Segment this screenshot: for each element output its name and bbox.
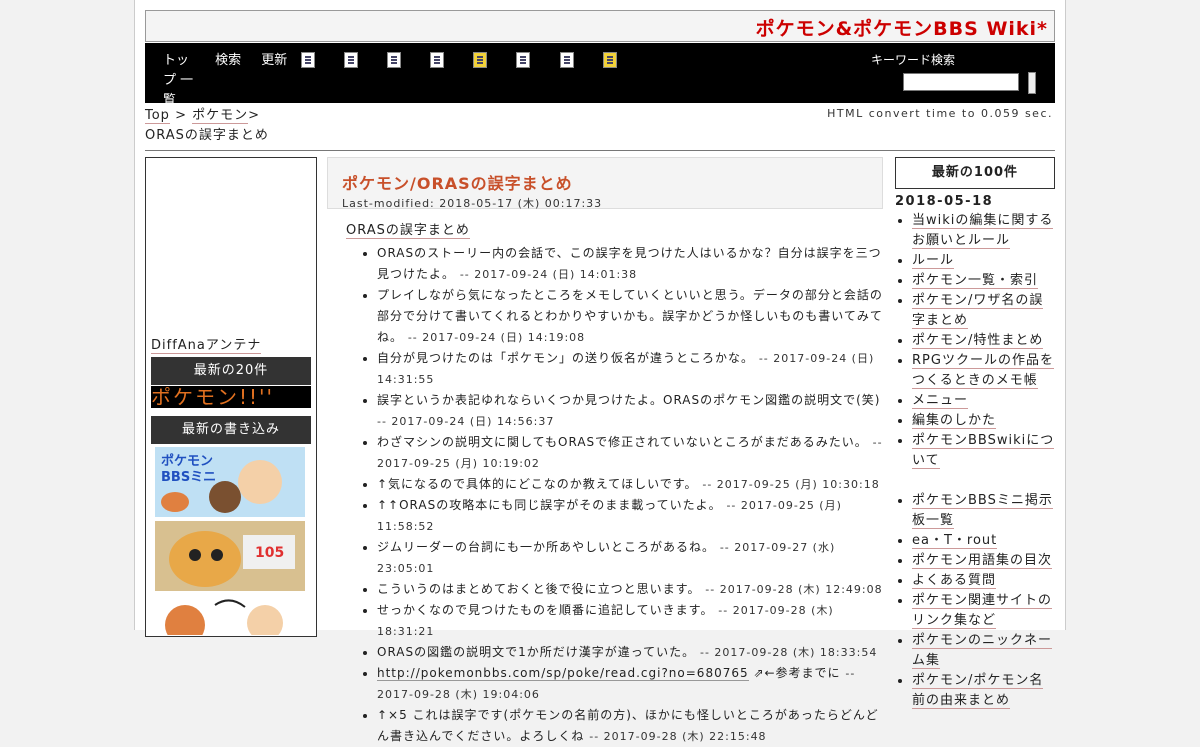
edit-icon[interactable] [301, 52, 315, 68]
section-heading[interactable]: ORASの誤字まとめ [346, 219, 470, 239]
site-title[interactable]: ポケモン&ポケモンBBS Wiki* [756, 14, 1048, 41]
page-container: ポケモン&ポケモンBBS Wiki* トップ 一覧 検索 更新 キーワード検索 … [134, 0, 1066, 743]
banner-image-dedenne[interactable]: 105 [155, 521, 305, 591]
comment-timestamp: -- 2017-09-25 (月) 10:30:18 [702, 478, 880, 491]
comment-item: こういうのはまとめておくと後で役に立つと思います。 -- 2017-09-28 … [377, 579, 883, 600]
comment-timestamp: -- 2017-09-24 (日) 14:56:37 [377, 415, 555, 428]
ticker-banner[interactable]: ポケモン!!'' [151, 386, 311, 408]
breadcrumb-sep-2: > [248, 108, 261, 123]
left-sidebar: DiffAnaアンテナ 最新の20件 ポケモン!!'' 最新の書き込み ポケモン… [145, 157, 317, 645]
recent-page-link[interactable]: ポケモン一覧・索引 [912, 271, 1055, 291]
recent-page-link[interactable]: 編集のしかた [912, 411, 1055, 431]
comment-timestamp: -- 2017-09-28 (木) 22:15:48 [589, 730, 767, 743]
banner-image-cartoon[interactable] [155, 595, 305, 665]
recent-100-header: 最新の100件 [895, 157, 1055, 189]
backup-icon[interactable] [430, 52, 445, 68]
recent-page-link[interactable]: よくある質問 [912, 571, 1055, 591]
breadcrumb-sep: > [175, 108, 187, 123]
external-link-icon: ⇗ [748, 666, 765, 680]
new-icon[interactable] [559, 52, 574, 68]
comment-text: ジムリーダーの台詞にも一か所あやしいところがあるね。 [377, 540, 720, 554]
recent-page-link[interactable]: ポケモン用語集の目次 [912, 551, 1055, 571]
recent-page-link[interactable]: 当wikiの編集に関するお願いとルール [912, 211, 1055, 251]
recent-page-link[interactable]: ea・T・rout [912, 531, 1055, 551]
page-title-box: ポケモン/ORASの誤字まとめ Last-modified: 2018-05-1… [327, 157, 883, 210]
comment-timestamp: -- 2017-09-24 (日) 14:01:38 [459, 268, 638, 281]
help-icon[interactable] [602, 52, 617, 68]
breadcrumb-top[interactable]: Top [145, 108, 170, 124]
comment-item: プレイしながら気になったところをメモしていくといいと思う。データの部分と会話の部… [377, 285, 883, 348]
comment-timestamp: -- 2017-09-28 (木) 12:49:08 [705, 583, 883, 596]
search-button[interactable] [1028, 72, 1036, 94]
search-label: キーワード検索 [870, 53, 955, 67]
comment-item: せっかくなので見つけたものを順番に追記していきます。 -- 2017-09-28… [377, 600, 883, 642]
list-spacer [912, 471, 1055, 491]
recent-page-link[interactable]: ルール [912, 251, 1055, 271]
comment-text: 誤字というか表記ゆれならいくつか見つけたよ。ORASのポケモン図鑑の説明文で(笑… [377, 393, 881, 407]
comment-item: ↑気になるので具体的にどこなのか教えてほしいです。 -- 2017-09-25 … [377, 474, 883, 495]
recent-20-header: 最新の20件 [151, 357, 311, 385]
svg-text:105: 105 [255, 545, 284, 561]
breadcrumb: Top > ポケモン> ORASの誤字まとめ [145, 106, 269, 146]
main-content: ポケモン/ORASの誤字まとめ Last-modified: 2018-05-1… [327, 157, 883, 747]
recent-page-link[interactable]: ポケモン/ワザ名の誤字まとめ [912, 291, 1055, 331]
recent-date: 2018-05-18 [895, 194, 994, 209]
site-header: ポケモン&ポケモンBBS Wiki* [145, 10, 1055, 42]
comment-text: ORASの図鑑の説明文で1か所だけ漢字が違っていた。 [377, 645, 700, 659]
comment-item: ↑×5 これは誤字です(ポケモンの名前の方)、ほかにも怪しいところがあったらどん… [377, 705, 883, 747]
comment-item: ORASのストーリー内の会話で、この誤字を見つけた人はいるかな？自分は誤字を三つ… [377, 243, 883, 285]
comment-timestamp: -- 2017-09-28 (木) 18:33:54 [699, 646, 878, 659]
comment-text: ←参考までに [764, 666, 846, 680]
nav-update-link[interactable]: 更新 [261, 51, 287, 71]
right-sidebar: 最新の100件 2018-05-18 当wikiの編集に関するお願いとルールルー… [895, 157, 1055, 711]
comment-item: 自分が見つけたのは「ポケモン」の送り仮名が違うところかな。 -- 2017-09… [377, 348, 883, 390]
copy-icon[interactable] [344, 52, 359, 68]
recent-page-link[interactable]: ポケモン/特性まとめ [912, 331, 1055, 351]
comment-text: 自分が見つけたのは「ポケモン」の送り仮名が違うところかな。 [377, 351, 759, 365]
breadcrumb-parent[interactable]: ポケモン [192, 108, 249, 124]
recent-list: 当wikiの編集に関するお願いとルールルールポケモン一覧・索引ポケモン/ワザ名の… [895, 211, 1055, 711]
comment-item: わざマシンの説明文に関してもORASで修正されていないところがまだあるみたい。 … [377, 432, 883, 474]
comment-item: ジムリーダーの台詞にも一か所あやしいところがあるね。 -- 2017-09-27… [377, 537, 883, 579]
breadcrumb-current: ORASの誤字まとめ [145, 128, 269, 143]
recent-page-link[interactable]: ポケモンBBSミニ掲示板一覧 [912, 491, 1055, 531]
recent-page-link[interactable]: RPGツクールの作品をつくるときのメモ帳 [912, 351, 1055, 391]
diffana-link[interactable]: DiffAnaアンテナ [151, 334, 262, 354]
toolbar [301, 52, 641, 72]
nav-search-link[interactable]: 検索 [215, 51, 241, 71]
diff-icon[interactable] [387, 52, 402, 68]
recent-page-link[interactable]: メニュー [912, 391, 1055, 411]
divider [145, 150, 1055, 151]
search-input[interactable] [903, 73, 1019, 91]
recent-page-link[interactable]: ポケモン関連サイトのリンク集など [912, 591, 1055, 631]
convert-time: HTML convert time to 0.059 sec. [827, 107, 1053, 120]
svg-text:BBSミニ: BBSミニ [161, 470, 216, 485]
nav-top-list-link[interactable]: トップ 一覧 [163, 51, 195, 111]
comment-text: こういうのはまとめておくと後で役に立つと思います。 [377, 582, 706, 596]
comment-item: ORASの図鑑の説明文で1か所だけ漢字が違っていた。 -- 2017-09-28… [377, 642, 883, 663]
comment-text: ↑↑ORASの攻略本にも同じ誤字がそのまま載っていたよ。 [377, 498, 727, 512]
freeze-icon[interactable] [473, 52, 488, 68]
comment-item: http://pokemonbbs.com/sp/poke/read.cgi?n… [377, 663, 883, 705]
page-title[interactable]: ポケモン/ORASの誤字まとめ [342, 170, 868, 194]
comment-item: ↑↑ORASの攻略本にも同じ誤字がそのまま載っていたよ。 -- 2017-09-… [377, 495, 883, 537]
banner-image-bbs-mini[interactable]: ポケモン BBSミニ [155, 447, 305, 517]
recent-page-link[interactable]: ポケモン/ポケモン名前の由来まとめ [912, 671, 1055, 711]
rename-icon[interactable] [516, 52, 531, 68]
comment-list: ORASのストーリー内の会話で、この誤字を見つけた人はいるかな？自分は誤字を三つ… [327, 243, 883, 747]
comment-text: わざマシンの説明文に関してもORASで修正されていないところがまだあるみたい。 [377, 435, 873, 449]
svg-text:ポケモン: ポケモン [161, 453, 213, 469]
comment-link[interactable]: http://pokemonbbs.com/sp/poke/read.cgi?n… [377, 666, 749, 681]
recent-page-link[interactable]: ポケモンBBSwikiについて [912, 431, 1055, 471]
comment-item: 誤字というか表記ゆれならいくつか見つけたよ。ORASのポケモン図鑑の説明文で(笑… [377, 390, 883, 432]
comment-text: ↑気になるので具体的にどこなのか教えてほしいです。 [377, 477, 703, 491]
comment-text: せっかくなので見つけたものを順番に追記していきます。 [377, 603, 719, 617]
nav-bar: トップ 一覧 検索 更新 キーワード検索 [145, 43, 1055, 108]
comment-timestamp: -- 2017-09-24 (日) 14:19:08 [407, 331, 586, 344]
recent-page-link[interactable]: ポケモンのニックネーム集 [912, 631, 1055, 671]
recent-posts-header: 最新の書き込み [151, 416, 311, 444]
nav-menu: トップ 一覧 検索 更新 [163, 51, 303, 111]
last-modified: Last-modified: 2018-05-17 (木) 00:17:33 [342, 197, 603, 210]
